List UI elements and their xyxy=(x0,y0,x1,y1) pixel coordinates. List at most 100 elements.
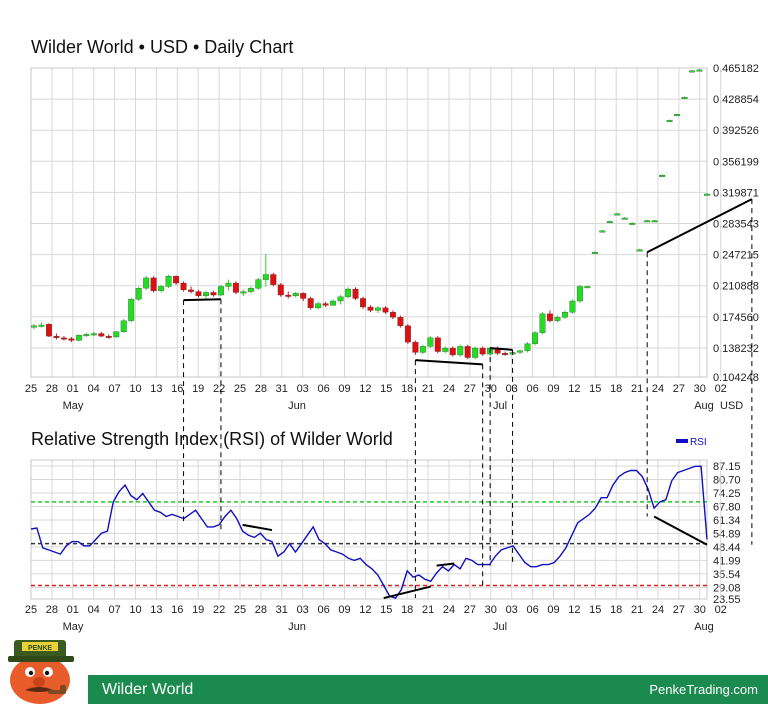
rsi-y-tick-label: 87.15 xyxy=(713,461,741,473)
price-x-tick-label: 28 xyxy=(255,383,267,395)
candle-body xyxy=(524,343,531,351)
price-x-tick-label: 12 xyxy=(359,383,371,395)
rsi-x-tick-label: 15 xyxy=(380,604,392,616)
candle-body xyxy=(90,333,97,336)
candle-body xyxy=(696,69,703,72)
candle-body xyxy=(337,296,344,302)
candle-body xyxy=(180,282,187,291)
candle-body xyxy=(606,221,613,224)
rsi-x-tick-label: 18 xyxy=(401,604,413,616)
price-divergence-line xyxy=(183,298,221,302)
rsi-x-tick-label: 03 xyxy=(297,604,309,616)
candle-body xyxy=(60,337,67,340)
candle-body xyxy=(539,313,546,333)
candle-body xyxy=(651,220,658,223)
candle-body xyxy=(457,346,464,356)
rsi-x-tick-label: 30 xyxy=(694,604,706,616)
rsi-month-label: Aug xyxy=(694,621,714,633)
candle-body xyxy=(143,277,150,289)
rsi-x-tick-label: 09 xyxy=(338,604,350,616)
price-month-label: May xyxy=(63,400,84,412)
candle-body xyxy=(561,311,568,318)
candle-body xyxy=(31,325,37,328)
price-x-tick-label: 30 xyxy=(485,383,497,395)
candle-body xyxy=(360,298,366,308)
rsi-x-tick-label: 24 xyxy=(652,604,664,616)
candle-body xyxy=(629,222,636,225)
rsi-x-tick-label: 16 xyxy=(171,604,183,616)
candle-body xyxy=(412,341,419,353)
candle-body xyxy=(173,276,180,284)
candle-body xyxy=(330,300,337,306)
candle-body xyxy=(46,323,52,337)
rsi-y-tick-label: 35.54 xyxy=(713,569,741,581)
price-x-tick-label: 04 xyxy=(88,383,100,395)
rsi-month-label: Jun xyxy=(288,621,306,633)
candle-body xyxy=(375,307,381,311)
rsi-legend-label: RSI xyxy=(690,437,707,448)
price-x-tick-label: 30 xyxy=(694,383,706,395)
rsi-x-tick-label: 27 xyxy=(464,604,476,616)
rsi-x-tick-label: 18 xyxy=(610,604,622,616)
rsi-x-tick-label: 13 xyxy=(150,604,162,616)
candle-body xyxy=(584,286,591,289)
price-x-tick-label: 15 xyxy=(589,383,601,395)
rsi-x-tick-label: 06 xyxy=(526,604,538,616)
rsi-y-tick-label: 54.89 xyxy=(713,528,741,540)
candle-body xyxy=(659,175,666,177)
price-x-tick-label: 28 xyxy=(46,383,58,395)
rsi-x-tick-label: 28 xyxy=(46,604,58,616)
price-x-tick-label: 22 xyxy=(213,383,225,395)
candle-body xyxy=(621,217,628,220)
rsi-x-tick-label: 24 xyxy=(443,604,455,616)
rsi-x-tick-label: 09 xyxy=(547,604,559,616)
rsi-y-tick-label: 80.70 xyxy=(713,474,741,486)
candle-body xyxy=(292,293,299,297)
candle-body xyxy=(472,347,479,358)
rsi-x-tick-label: 07 xyxy=(108,604,120,616)
candle-body xyxy=(300,293,307,299)
price-x-tick-label: 01 xyxy=(67,383,79,395)
candle-body xyxy=(113,331,120,338)
price-x-tick-label: 06 xyxy=(526,383,538,395)
candle-body xyxy=(591,252,598,254)
rsi-y-tick-label: 48.44 xyxy=(713,542,741,554)
price-x-tick-label: 27 xyxy=(673,383,685,395)
candle-body xyxy=(203,292,209,297)
price-x-tick-label: 24 xyxy=(443,383,455,395)
price-month-label: Jul xyxy=(493,400,507,412)
price-x-tick-label: 15 xyxy=(380,383,392,395)
candle-body xyxy=(217,286,224,296)
candle-body xyxy=(75,335,82,341)
candle-body xyxy=(434,337,441,352)
candle-body xyxy=(105,335,112,338)
price-x-tick-label: 21 xyxy=(631,383,643,395)
price-x-tick-label: 18 xyxy=(610,383,622,395)
price-x-tick-label: 16 xyxy=(171,383,183,395)
footer-coin-name: Wilder World xyxy=(102,681,194,698)
price-x-tick-label: 21 xyxy=(422,383,434,395)
rsi-x-tick-label: 06 xyxy=(317,604,329,616)
candle-body xyxy=(666,120,673,123)
candle-body xyxy=(389,311,396,318)
price-unit-label: USD xyxy=(720,400,743,412)
rsi-x-tick-label: 15 xyxy=(589,604,601,616)
candle-body xyxy=(210,292,217,296)
candle-body xyxy=(576,286,583,302)
price-x-tick-label: 31 xyxy=(276,383,288,395)
footer-site-link[interactable]: PenkeTrading.com xyxy=(649,682,758,697)
candle-body xyxy=(53,335,60,338)
rsi-x-tick-label: 28 xyxy=(255,604,267,616)
candle-body xyxy=(68,338,75,341)
rsi-x-tick-label: 02 xyxy=(715,604,727,616)
candle-body xyxy=(232,282,239,293)
candle-body xyxy=(382,307,389,313)
price-month-label: Aug xyxy=(694,400,714,412)
rsi-x-tick-label: 12 xyxy=(359,604,371,616)
candle-body xyxy=(636,249,643,252)
candle-body xyxy=(404,325,411,343)
rsi-x-tick-label: 04 xyxy=(88,604,100,616)
candle-body xyxy=(188,289,194,292)
chart-canvas: 0.465182 0.428854 0.392526 0.356199 0.319871… xyxy=(25,63,759,633)
rsi-x-tick-label: 31 xyxy=(276,604,288,616)
